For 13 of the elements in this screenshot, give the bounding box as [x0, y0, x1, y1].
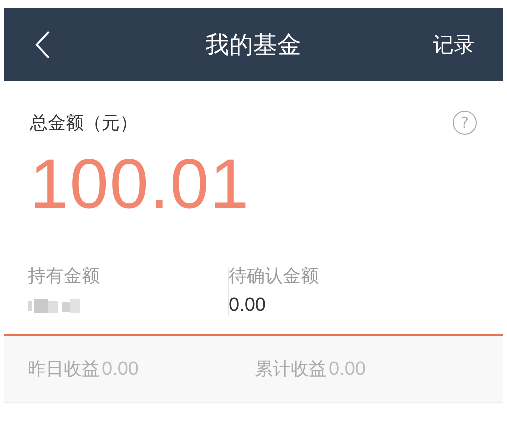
earnings-label: 累计收益	[255, 358, 327, 381]
holding-label: 持有金额	[28, 265, 101, 288]
earnings-value: 0.00	[102, 359, 139, 381]
back-icon	[34, 30, 52, 60]
page-title: 我的基金	[206, 30, 302, 60]
total-label: 总金额（元）	[30, 112, 138, 135]
records-button[interactable]: 记录	[433, 30, 475, 58]
holding-label: 待确认金额	[229, 265, 320, 288]
back-button[interactable]	[34, 30, 52, 60]
earnings-label: 昨日收益	[28, 358, 100, 381]
holding-value: 0.00	[229, 296, 267, 316]
total-amount: 100.01	[30, 149, 252, 219]
earnings-value: 0.00	[329, 359, 366, 381]
